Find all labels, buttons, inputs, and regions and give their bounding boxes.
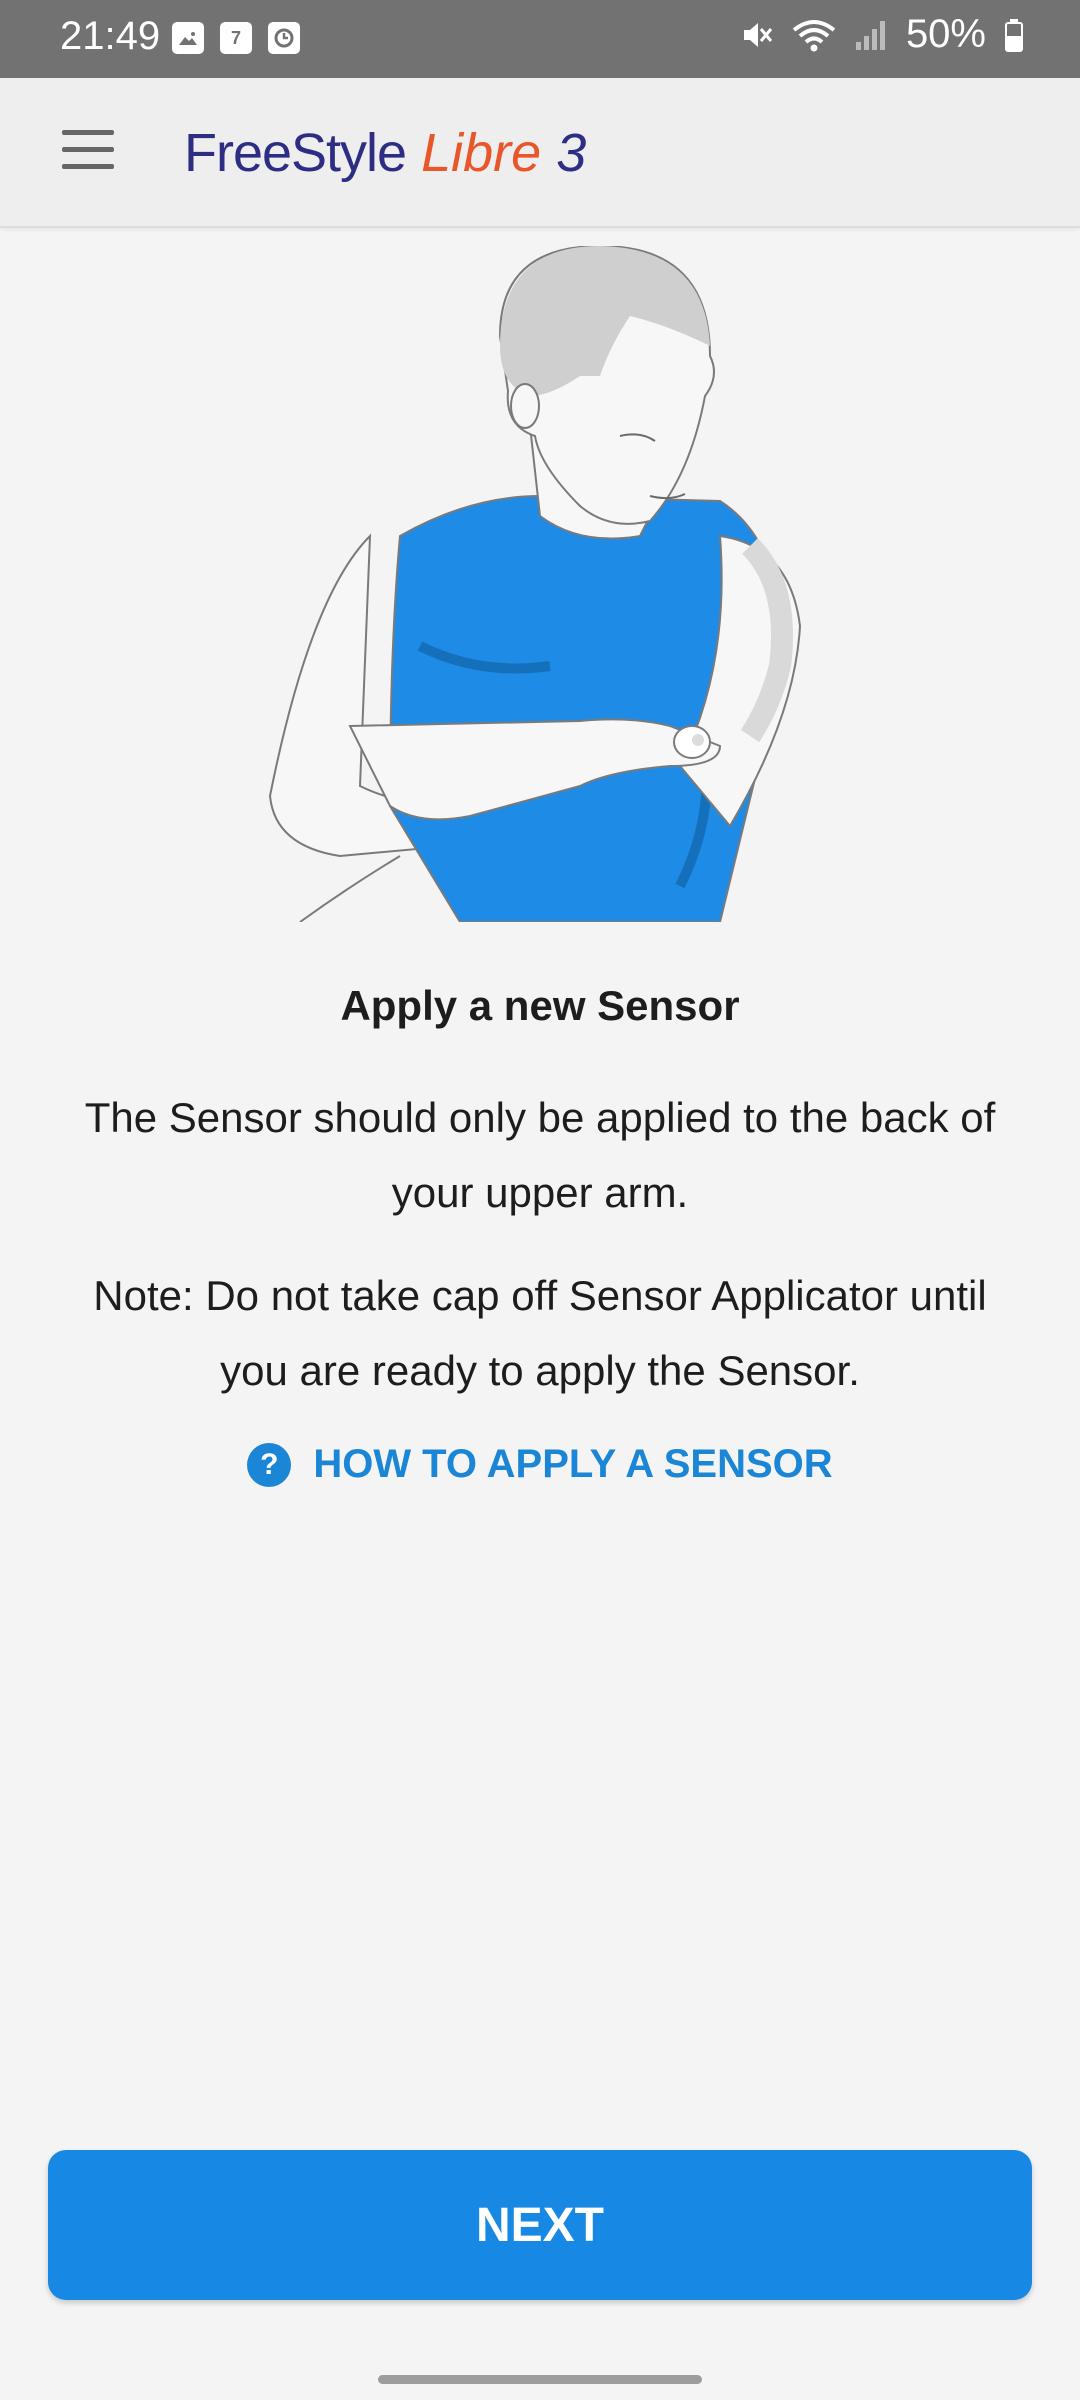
- logo-number: 3: [556, 123, 587, 183]
- page-title: Apply a new Sensor: [340, 982, 740, 1029]
- battery-percent: 50%: [905, 12, 986, 56]
- how-to-link-label: HOW TO APPLY A SENSOR: [313, 1442, 833, 1486]
- note-text: Note: Do not take cap off Sensor Applica…: [93, 1272, 987, 1394]
- mute-icon: [743, 22, 773, 47]
- instruction-text: The Sensor should only be applied to the…: [84, 1094, 996, 1216]
- status-bar: 21:49 7 50%: [0, 0, 1080, 78]
- sensor-application-illustration: [268, 246, 802, 922]
- clock-icon: [268, 22, 300, 54]
- hamburger-menu-icon[interactable]: [62, 130, 114, 174]
- next-button[interactable]: NEXT: [48, 2150, 1032, 2300]
- system-status-icons: 50%: [740, 12, 1024, 57]
- gallery-icon: [172, 22, 204, 54]
- logo-freestyle: FreeStyle: [184, 123, 407, 183]
- calendar-icon: 7: [220, 22, 252, 54]
- logo-libre: Libre: [421, 123, 542, 183]
- notification-icons: 7: [172, 22, 300, 54]
- battery-icon: [1005, 18, 1023, 52]
- wifi-icon: [792, 19, 836, 51]
- help-icon: ?: [247, 1442, 292, 1487]
- freestyle-libre-logo: FreeStyle Libre 3: [184, 122, 586, 184]
- home-indicator[interactable]: [378, 2375, 702, 2384]
- status-time: 21:49: [60, 14, 161, 58]
- app-bar: FreeStyle Libre 3: [0, 78, 1080, 228]
- how-to-apply-sensor-link[interactable]: ? HOW TO APPLY A SENSOR: [0, 1442, 1080, 1487]
- signal-icon: [855, 20, 885, 50]
